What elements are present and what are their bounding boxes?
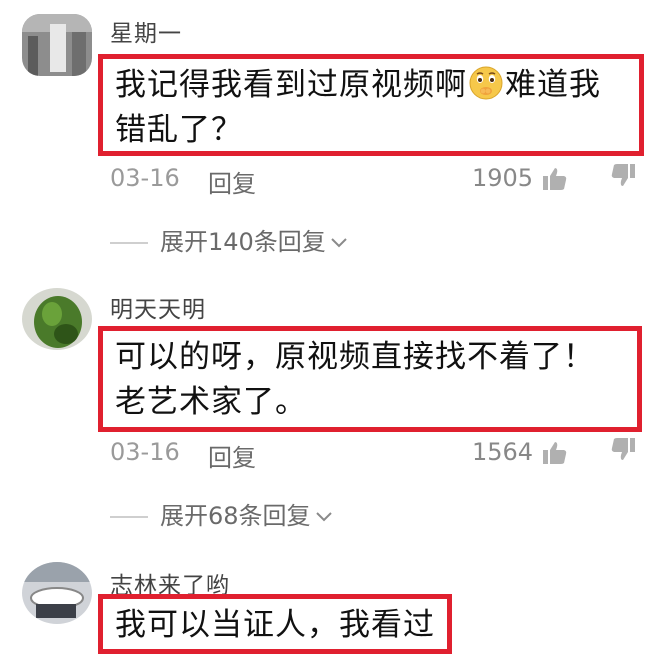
reply-button[interactable]: 回复	[208, 164, 256, 199]
comment-date: 03-16	[110, 438, 180, 466]
comment-text: 可以的呀，原视频直接找不着了！老艺术家了。	[115, 339, 595, 420]
expand-replies-button[interactable]: 展开68条回复	[110, 496, 333, 531]
chevron-down-icon	[331, 238, 347, 248]
comment-text-highlight: 可以的呀，原视频直接找不着了！老艺术家了。	[98, 326, 642, 432]
avatar[interactable]	[22, 14, 92, 76]
thumbs-up-icon[interactable]	[542, 440, 568, 466]
comment-username[interactable]: 明天天明	[110, 290, 206, 324]
like-count: 1564	[472, 438, 534, 466]
comment-text-highlight: 我可以当证人，我看过	[98, 594, 452, 654]
comment-date: 03-16	[110, 164, 180, 192]
comment-username[interactable]: 星期一	[110, 14, 182, 48]
divider-line	[110, 516, 148, 518]
comment-text: 我可以当证人，我看过	[115, 607, 435, 643]
comment-text-highlight: 我记得我看到过原视频啊 难道我错乱了？	[98, 54, 644, 156]
avatar[interactable]	[22, 562, 92, 624]
comment-meta: 03-16 回复 1905	[110, 162, 650, 198]
like-count: 1905	[472, 164, 534, 192]
divider-line	[110, 242, 148, 244]
thinking-face-emoji-icon	[469, 66, 503, 100]
expand-replies-label: 展开68条回复	[160, 502, 311, 530]
comment-meta: 03-16 回复 1564	[110, 436, 650, 472]
thumbs-up-icon[interactable]	[542, 166, 568, 192]
thumbs-down-icon[interactable]	[610, 162, 636, 188]
avatar[interactable]	[22, 288, 92, 350]
expand-replies-label: 展开140条回复	[160, 228, 326, 256]
reply-button[interactable]: 回复	[208, 438, 256, 473]
comment-text: 我记得我看到过原视频啊	[115, 67, 467, 103]
thumbs-down-icon[interactable]	[610, 436, 636, 462]
chevron-down-icon	[315, 512, 332, 522]
expand-replies-button[interactable]: 展开140条回复	[110, 222, 348, 257]
